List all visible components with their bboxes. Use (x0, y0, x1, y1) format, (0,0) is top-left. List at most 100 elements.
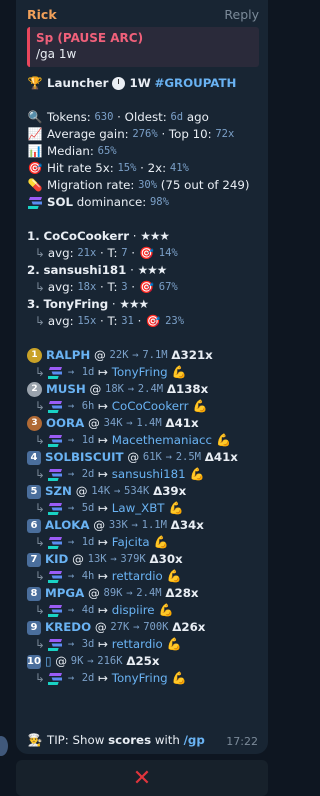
caller-link[interactable]: sansushi181 (112, 466, 186, 483)
subitem-arrow-icon: ↳ (35, 569, 45, 583)
medal-icon: 2 (27, 382, 42, 397)
solana-icon (47, 432, 68, 449)
rank-badge: 5 (27, 484, 41, 499)
token-detail-row: ↳ → 3d ↦ rettardio 💪 (35, 636, 182, 653)
stat-tokens: 🔍 Tokens: 630 · Oldest: 6d ago (27, 110, 209, 124)
stat-average-gain: 📈 Average gain: 276% · Top 10: 72x (27, 127, 235, 141)
chart-up-icon: 📈 (27, 127, 43, 141)
token-link[interactable]: SOLBISCUIT (45, 449, 124, 466)
token-detail-row: ↳ → 2d ↦ sansushi181 💪 (35, 466, 205, 483)
trophy-icon: 🏆 (27, 76, 43, 90)
stars: ★★★ (137, 263, 168, 277)
subitem-arrow-icon: ↳ (35, 280, 45, 294)
token-detail-row: ↳ → 1d ↦ Macethemaniacc 💪 (35, 432, 231, 449)
sender-name[interactable]: Rick (27, 7, 57, 22)
token-list: 1 RALPH @ 22K → 7.1M Δ 321x ↳ → 1d ↦ TonyFri… (27, 347, 259, 687)
bar-chart-icon: 📊 (27, 144, 43, 158)
solana-icon (47, 364, 68, 381)
muscle-icon: 💪 (192, 399, 208, 413)
token-detail-row: ↳ → 1d ↦ Fajcita 💪 (35, 534, 169, 551)
leader-stats-row: ↳ avg: 18x · T: 3 · 🎯 67% (35, 280, 178, 294)
token-row: 6 ALOKA @ 33K → 1.1M Δ 34x (27, 517, 259, 534)
token-row: 8 MPGA @ 89K → 2.4M Δ 28x (27, 585, 259, 602)
medal-icon: 3 (27, 416, 42, 431)
title-line: 🏆 Launcher 1W #GROUPATH (27, 75, 259, 92)
leader-name[interactable]: CoCoCookerr (43, 228, 129, 245)
stars: ★★★ (140, 229, 170, 243)
rank-badge: 4 (27, 450, 41, 465)
reply-button[interactable]: Reply (224, 7, 259, 22)
title-prefix: Launcher (47, 76, 109, 90)
caller-link[interactable]: CoCoCookerr (112, 398, 189, 415)
message-bubble: Rick Reply Sp (PAUSE ARC) /ga 1w 🏆 Launc… (16, 0, 268, 754)
token-link[interactable]: ALOKA (45, 517, 90, 534)
solana-icon (27, 195, 43, 210)
token-link[interactable]: KREDO (45, 619, 91, 636)
subitem-arrow-icon: ↳ (35, 467, 45, 481)
subitem-arrow-icon: ↳ (35, 535, 45, 549)
caller-link[interactable]: dispiire (112, 602, 155, 619)
token-row: 1 RALPH @ 22K → 7.1M Δ 321x (27, 347, 259, 364)
muscle-icon: 💪 (153, 535, 169, 549)
token-row: 2 MUSH @ 18K → 2.4M Δ 138x (27, 381, 259, 398)
quote-text: /ga 1w (36, 47, 77, 61)
target-icon: 🎯 (139, 246, 155, 260)
subitem-arrow-icon: ↳ (35, 314, 45, 328)
token-link[interactable]: RALPH (46, 347, 90, 364)
reply-quote[interactable]: Sp (PAUSE ARC) /ga 1w (27, 27, 259, 67)
stat-migration: 💊 Migration rate: 30% (75 out of 249) (27, 178, 250, 192)
subitem-arrow-icon: ↳ (35, 246, 45, 260)
subitem-arrow-icon: ↳ (35, 603, 45, 617)
leader-name[interactable]: TonyFring (43, 296, 108, 313)
gp-command[interactable]: /gp (184, 732, 205, 749)
subitem-arrow-icon: ↳ (35, 365, 45, 379)
token-link[interactable]: OORA (46, 415, 84, 432)
muscle-icon: 💪 (166, 637, 182, 651)
solana-icon (47, 568, 68, 585)
target-icon: 🎯 (145, 314, 161, 328)
muscle-icon: 💪 (215, 433, 231, 447)
caller-link[interactable]: Law_XBT (112, 500, 165, 517)
quote-author: Sp (PAUSE ARC) (36, 31, 144, 45)
token-detail-row: ↳ → 5d ↦ Law_XBT 💪 (35, 500, 184, 517)
stars: ★★★ (119, 297, 149, 311)
solana-icon (47, 398, 68, 415)
stat-dominance: SOL dominance: 98% (27, 194, 259, 211)
caller-link[interactable]: rettardio (112, 568, 163, 585)
message-time: 17:22 (226, 735, 258, 748)
caller-link[interactable]: Fajcita (112, 534, 150, 551)
tip-line: 👨‍🍳 TIP: Show scores with /gp (27, 732, 205, 749)
bottom-keyboard-bar: ✕ (16, 760, 268, 796)
group-hashtag[interactable]: #GROUPATH (154, 75, 236, 92)
caller-link[interactable]: rettardio (112, 636, 163, 653)
solana-icon (47, 670, 68, 687)
token-link[interactable]: ▯ (45, 653, 52, 670)
leaderboard: 1. CoCoCookerr · ★★★ ↳ avg: 21x · T: 7 · 🎯… (27, 228, 259, 330)
token-link[interactable]: MPGA (45, 585, 84, 602)
leader-row: 3. TonyFring · ★★★ (27, 296, 149, 313)
leader-name[interactable]: sansushi181 (43, 262, 126, 279)
caller-link[interactable]: TonyFring (112, 670, 168, 687)
muscle-icon: 💪 (171, 671, 187, 685)
target-icon: 🎯 (27, 161, 43, 175)
token-detail-row: ↳ → 4h ↦ rettardio 💪 (35, 568, 182, 585)
caller-link[interactable]: TonyFring (112, 364, 168, 381)
muscle-icon: 💪 (189, 467, 205, 481)
magnifier-icon: 🔍 (27, 110, 43, 124)
subitem-arrow-icon: ↳ (35, 671, 45, 685)
solana-icon (47, 636, 68, 653)
muscle-icon: 💪 (171, 365, 187, 379)
avatar[interactable] (0, 736, 8, 756)
muscle-icon: 💪 (158, 603, 174, 617)
token-link[interactable]: SZN (45, 483, 72, 500)
leader-row: 2. sansushi181 · ★★★ (27, 262, 168, 279)
target-icon: 🎯 (139, 280, 155, 294)
token-link[interactable]: KID (45, 551, 68, 568)
token-row: 7 KID @ 13K → 379K Δ 30x (27, 551, 259, 568)
token-link[interactable]: MUSH (46, 381, 86, 398)
pill-icon: 💊 (27, 178, 43, 192)
caller-link[interactable]: Macethemaniacc (112, 432, 212, 449)
close-button[interactable]: ✕ (133, 766, 151, 791)
title-period: 1W (129, 76, 151, 90)
solana-icon (47, 500, 68, 517)
